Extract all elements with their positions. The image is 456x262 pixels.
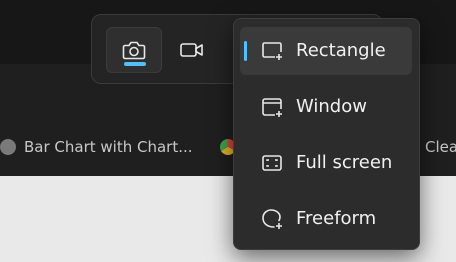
photo-mode-button[interactable]	[106, 27, 162, 73]
menu-item-label: Rectangle	[296, 40, 386, 61]
menu-item-label: Full screen	[296, 152, 393, 173]
snip-shape-menu: Rectangle Window Full screen Freeform	[233, 18, 420, 250]
window-snip-icon	[262, 98, 282, 117]
bookmark-label: Clea	[425, 138, 456, 156]
globe-icon	[0, 139, 16, 155]
active-mode-indicator	[124, 62, 146, 66]
menu-item-freeform[interactable]: Freeform	[240, 195, 412, 243]
freeform-snip-icon	[262, 209, 282, 229]
bookmark-label: Bar Chart with Chart...	[24, 138, 193, 156]
video-mode-button[interactable]	[164, 27, 220, 73]
bookmark-clea[interactable]: Clea	[425, 136, 456, 158]
menu-item-label: Window	[296, 96, 367, 117]
selected-indicator	[244, 41, 247, 61]
menu-item-label: Freeform	[296, 208, 377, 229]
full-screen-snip-icon	[262, 155, 282, 171]
menu-item-rectangle[interactable]: Rectangle	[240, 27, 412, 75]
rectangle-snip-icon	[262, 42, 282, 60]
video-camera-icon	[180, 43, 203, 57]
camera-icon	[122, 41, 146, 60]
bookmark-bar-chart[interactable]: Bar Chart with Chart...	[0, 136, 193, 158]
menu-item-full-screen[interactable]: Full screen	[240, 139, 412, 187]
screen: Bar Chart with Chart... Clea Rectangle W…	[0, 0, 456, 262]
menu-item-window[interactable]: Window	[240, 83, 412, 131]
